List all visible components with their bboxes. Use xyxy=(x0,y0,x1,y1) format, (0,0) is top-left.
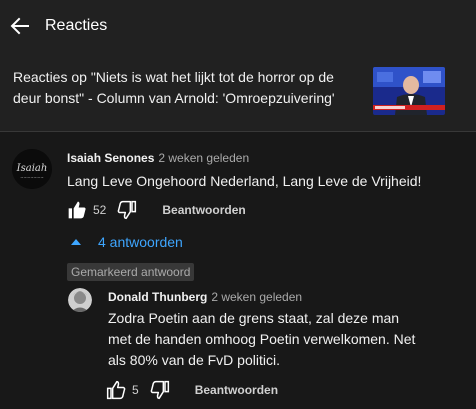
reply-like-count: 5 xyxy=(132,383,139,397)
thumbs-up-icon xyxy=(106,380,126,400)
comment-time[interactable]: 2 weken geleden xyxy=(158,151,249,165)
reply-reply-button[interactable]: Beantwoorden xyxy=(195,383,278,397)
video-title: Reacties op "Niets is wat het lijkt tot … xyxy=(13,69,335,106)
top-bar: Reacties xyxy=(0,0,476,52)
reply-text: Zodra Poetin aan de grens staat, zal dez… xyxy=(108,310,416,368)
comment-header: Isaiah Senones 2 weken geleden xyxy=(67,151,249,165)
thumbs-down-icon xyxy=(118,200,137,220)
reply-avatar-image xyxy=(68,288,92,312)
video-context[interactable]: Reacties op "Niets is wat het lijkt tot … xyxy=(0,52,476,132)
avatar-text: Isaiah xyxy=(16,163,48,174)
reply-actions: 5 Beantwoorden xyxy=(106,380,278,400)
reply-time[interactable]: 2 weken geleden xyxy=(211,290,302,304)
back-arrow-icon xyxy=(10,17,29,35)
comment-author[interactable]: Isaiah Senones xyxy=(67,151,154,165)
reply-dislike-button[interactable] xyxy=(150,380,170,400)
comment-actions: 52 Beantwoorden xyxy=(67,200,246,220)
comment-text: Lang Leve Ongehoord Nederland, Lang Leve… xyxy=(67,173,422,189)
thumbs-up-icon xyxy=(68,201,86,219)
thumbnail-image xyxy=(373,67,445,115)
reply-author[interactable]: Donald Thunberg xyxy=(108,290,207,304)
thumbs-down-icon xyxy=(150,380,169,400)
back-button[interactable] xyxy=(9,15,31,37)
page-title: Reacties xyxy=(45,17,108,34)
highlighted-reply-badge: Gemarkeerd antwoord xyxy=(67,263,195,281)
dislike-button[interactable] xyxy=(117,200,137,220)
like-count: 52 xyxy=(93,203,107,217)
reply-button[interactable]: Beantwoorden xyxy=(162,203,245,217)
reply-like-button[interactable] xyxy=(106,380,126,400)
replies-toggle-label: 4 antwoorden xyxy=(98,234,183,250)
like-button[interactable] xyxy=(67,200,87,220)
video-thumbnail[interactable] xyxy=(373,67,445,115)
replies-toggle[interactable]: 4 antwoorden xyxy=(70,234,183,250)
avatar-image: Isaiah ~~~~~~~ xyxy=(12,149,52,189)
svg-text:~~~~~~~: ~~~~~~~ xyxy=(20,175,43,180)
avatar[interactable]: Isaiah ~~~~~~~ xyxy=(12,149,52,189)
caret-up-icon xyxy=(71,239,81,245)
reply-avatar[interactable] xyxy=(68,288,92,312)
reply-header: Donald Thunberg 2 weken geleden xyxy=(108,290,302,304)
